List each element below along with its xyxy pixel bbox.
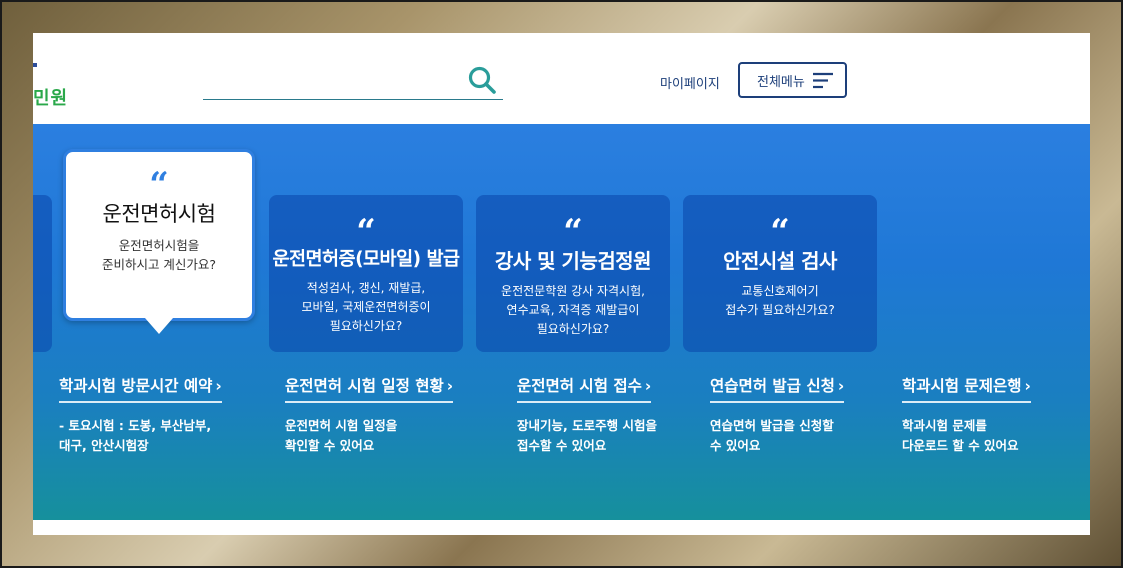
link-desc: - 토요시험 : 도봉, 부산남부, 대구, 안산시험장 — [59, 418, 212, 453]
quote-icon: “ — [149, 165, 169, 205]
card-title: 운전면허증(모바일) 발급 — [272, 249, 460, 270]
link-desc: 학과시험 문제를 다운로드 할 수 있어요 — [902, 418, 1019, 453]
all-menu-label: 전체메뉴 — [757, 74, 805, 90]
hamburger-icon — [813, 72, 833, 89]
chevron-right-icon: › — [644, 377, 652, 395]
logo-mark — [33, 63, 37, 67]
chevron-right-icon: › — [837, 377, 845, 395]
card-desc: 운전면허시험을 준비하시고 계신가요? — [101, 238, 217, 272]
active-card-pointer — [145, 318, 173, 334]
all-menu-button[interactable]: 전체메뉴 — [738, 62, 847, 98]
card-title: 안전시설 검사 — [723, 249, 837, 273]
link-desc: 운전면허 시험 일정을 확인할 수 있어요 — [285, 418, 398, 453]
search-input[interactable] — [203, 67, 457, 97]
chevron-right-icon: › — [1024, 377, 1031, 395]
card-desc: 적성검사, 갱신, 재발급, 모바일, 국제운전면허증이 필요하신가요? — [301, 281, 431, 333]
card-title: 강사 및 기능검정원 — [494, 249, 652, 273]
link-item-test-apply: 운전면허 시험 접수 › 장내기능, 도로주행 시험을 접수할 수 있어요 — [517, 374, 717, 456]
site-logo[interactable]: 민원 — [33, 84, 68, 110]
link-item-visit-reservation: 학과시험 방문시간 예약 › - 토요시험 : 도봉, 부산남부, 대구, 안산시… — [59, 374, 259, 456]
card-license-issue[interactable]: “ 운전면허증(모바일) 발급 적성검사, 갱신, 재발급, 모바일, 국제운전… — [269, 195, 463, 352]
link-title[interactable]: 학과시험 방문시간 예약 › — [59, 374, 222, 403]
quote-icon: “ — [770, 212, 790, 252]
search-bar — [203, 61, 503, 100]
link-item-question-bank: 학과시험 문제은행 › 학과시험 문제를 다운로드 할 수 있어요 — [902, 374, 1090, 456]
link-desc: 연습면허 발급을 신청할 수 있어요 — [710, 418, 834, 453]
link-title[interactable]: 운전면허 시험 일정 현황 › — [285, 374, 454, 403]
card-desc: 운전전문학원 강사 자격시험, 연수교육, 자격증 재발급이 필요하신가요? — [501, 284, 645, 336]
link-title[interactable]: 연습면허 발급 신청 › — [710, 374, 845, 403]
service-banner: “ 운전면허시험 운전면허시험을 준비하시고 계신가요? “ 운전면허증(모바일… — [33, 124, 1090, 520]
chevron-right-icon: › — [215, 377, 222, 395]
link-title[interactable]: 운전면허 시험 접수 › — [517, 374, 652, 403]
card-partial-left[interactable] — [33, 195, 52, 352]
bottom-strip — [33, 520, 1090, 535]
card-desc: 교통신호제어기 접수가 필요하신가요? — [725, 284, 835, 317]
link-item-test-schedule: 운전면허 시험 일정 현황 › 운전면허 시험 일정을 확인할 수 있어요 — [285, 374, 485, 456]
quote-icon: “ — [563, 212, 583, 252]
quote-icon: “ — [356, 212, 376, 252]
chevron-right-icon: › — [446, 377, 454, 395]
card-safety-facility[interactable]: “ 안전시설 검사 교통신호제어기 접수가 필요하신가요? — [683, 195, 877, 352]
mypage-link[interactable]: 마이페이지 — [660, 73, 720, 92]
site-viewport: 민원 마이페이지 전체메뉴 “ 운전면허시험 운전면허시험을 준비하시고 계신가… — [33, 33, 1090, 535]
link-title[interactable]: 학과시험 문제은행 › — [902, 374, 1031, 403]
site-header: 민원 마이페이지 전체메뉴 — [33, 33, 1090, 124]
card-title: 운전면허시험 — [102, 202, 216, 226]
link-item-practice-license: 연습면허 발급 신청 › 연습면허 발급을 신청할 수 있어요 — [710, 374, 910, 456]
card-license-test[interactable]: “ 운전면허시험 운전면허시험을 준비하시고 계신가요? — [63, 149, 255, 321]
link-desc: 장내기능, 도로주행 시험을 접수할 수 있어요 — [517, 418, 657, 453]
card-instructor[interactable]: “ 강사 및 기능검정원 운전전문학원 강사 자격시험, 연수교육, 자격증 재… — [476, 195, 670, 352]
search-icon[interactable] — [467, 65, 497, 95]
